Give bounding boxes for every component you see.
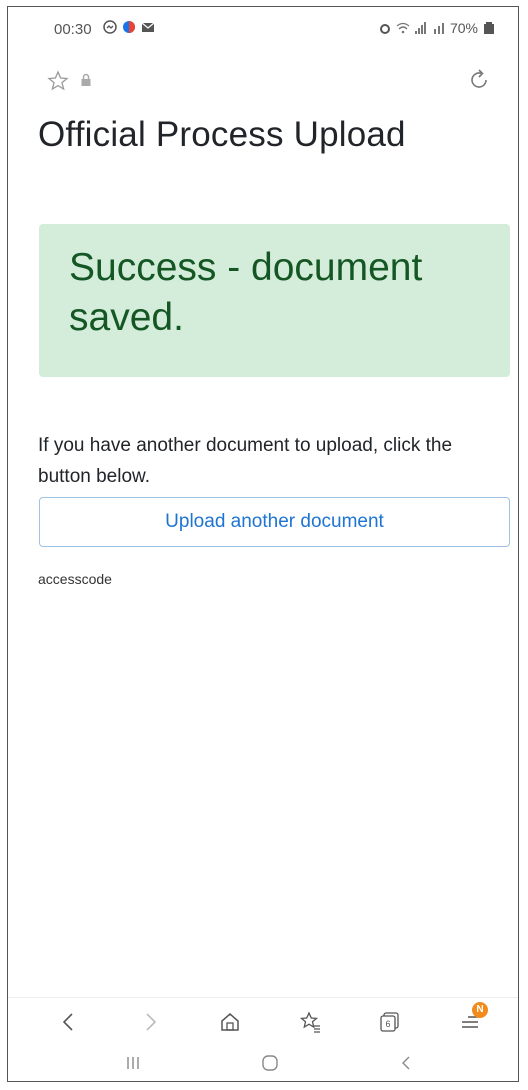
battery-percent: 70% — [449, 20, 478, 36]
page-title: Official Process Upload — [38, 115, 406, 154]
back-nav-icon[interactable] — [392, 1049, 420, 1077]
home-icon[interactable] — [216, 1008, 244, 1036]
star-outline-icon[interactable] — [46, 69, 70, 93]
status-time: 00:30 — [54, 21, 92, 38]
app-icon — [123, 21, 135, 33]
menu-badge: N — [472, 1002, 488, 1018]
battery-icon — [484, 22, 494, 34]
browser-toolbar: 6 N — [8, 997, 518, 1046]
phone-screen: 00:30 70% Official Process Upload Succes… — [7, 6, 519, 1082]
reload-icon[interactable] — [466, 67, 492, 93]
tabs-button[interactable]: 6 — [376, 1008, 404, 1036]
signal-icon-2 — [433, 23, 444, 34]
status-bar: 00:30 70% — [8, 7, 518, 49]
alarm-icon — [379, 24, 390, 34]
messenger-icon — [103, 20, 117, 34]
accesscode-label: accesscode — [38, 571, 112, 587]
success-alert: Success - document saved. — [39, 224, 510, 377]
chevron-right-icon[interactable] — [136, 1008, 164, 1036]
notification-icons — [103, 20, 155, 34]
home-nav-icon[interactable] — [256, 1049, 284, 1077]
system-nav-bar — [8, 1045, 518, 1081]
signal-icon — [414, 22, 426, 34]
chevron-left-icon[interactable] — [55, 1008, 83, 1036]
info-text: If you have another document to upload, … — [38, 435, 453, 487]
wifi-icon — [396, 22, 410, 34]
mail-icon — [141, 22, 155, 32]
recent-apps-icon[interactable] — [119, 1049, 147, 1077]
lock-icon — [81, 73, 91, 86]
tabs-count: 6 — [385, 1019, 390, 1029]
upload-another-button[interactable]: Upload another document — [39, 497, 510, 547]
tabs-icon: 6 — [380, 1012, 399, 1032]
menu-button[interactable]: N — [456, 1002, 488, 1036]
alert-message: Success - document saved. — [69, 246, 423, 339]
browser-address-bar — [8, 65, 518, 105]
bookmark-star-icon[interactable] — [296, 1008, 324, 1036]
system-icons: 70% — [378, 20, 496, 36]
